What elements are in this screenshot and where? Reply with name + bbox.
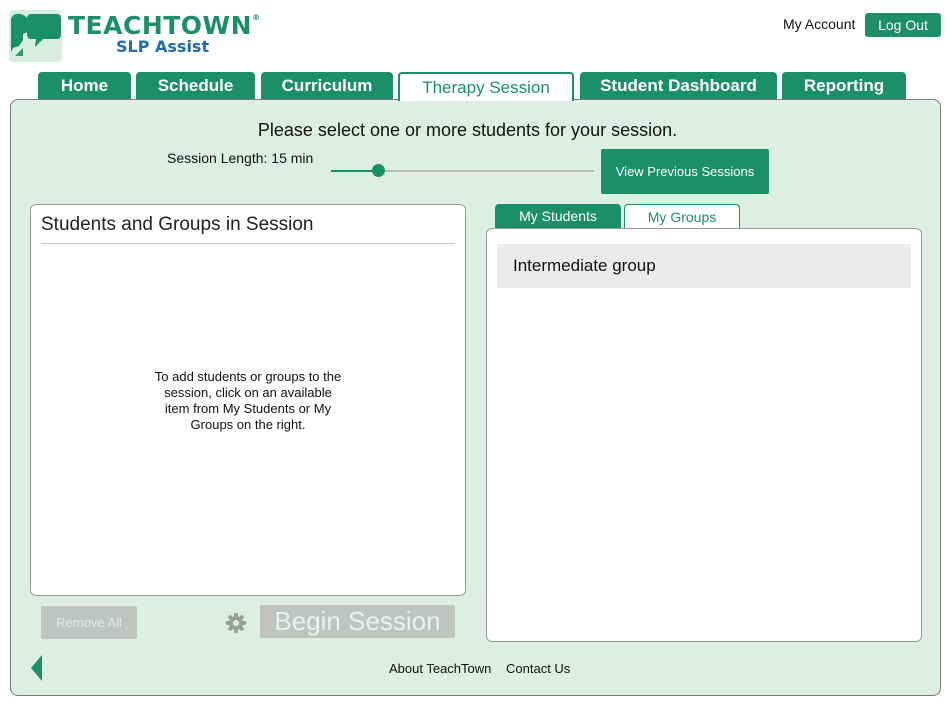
gear-icon[interactable] [225, 612, 247, 634]
empty-session-message: To add students or groups to the session… [154, 369, 342, 432]
session-panel-title: Students and Groups in Session [41, 214, 314, 235]
about-link[interactable]: About TeachTown [389, 661, 491, 676]
tab-student-dashboard[interactable]: Student Dashboard [580, 72, 777, 100]
tab-therapy-session[interactable]: Therapy Session [398, 72, 574, 101]
remove-all-button[interactable]: Remove All [41, 606, 137, 639]
back-arrow-icon[interactable] [31, 655, 42, 681]
logo-icon [9, 10, 62, 62]
slider-fill [331, 170, 379, 172]
logout-button[interactable]: Log Out [865, 13, 941, 37]
brand-subtitle: SLP Assist [116, 37, 210, 56]
instruction-text: Please select one or more students for y… [257, 120, 678, 140]
tab-curriculum[interactable]: Curriculum [261, 72, 393, 100]
brand-mark: ® [252, 13, 261, 22]
contact-link[interactable]: Contact Us [506, 661, 570, 676]
slider-thumb[interactable] [372, 164, 386, 177]
session-length-slider[interactable] [331, 164, 594, 177]
tab-reporting[interactable]: Reporting [782, 72, 906, 100]
tab-my-groups[interactable]: My Groups [624, 204, 740, 228]
tab-my-students[interactable]: My Students [495, 204, 621, 228]
brand-title: TEACHTOWN® [68, 11, 261, 40]
tab-schedule[interactable]: Schedule [136, 72, 255, 100]
divider [41, 243, 455, 244]
tab-home[interactable]: Home [38, 72, 131, 100]
therapy-session-panel: Please select one or more students for y… [10, 99, 941, 696]
begin-session-button[interactable]: Begin Session [260, 605, 455, 638]
session-length-label: Session Length: 15 min [167, 150, 314, 166]
view-previous-sessions-button[interactable]: View Previous Sessions [601, 149, 769, 194]
available-list-panel: Intermediate group [486, 228, 922, 642]
list-item[interactable]: Intermediate group [497, 244, 911, 288]
my-account-link[interactable]: My Account [783, 16, 855, 32]
session-students-panel: Students and Groups in Session To add st… [30, 204, 466, 596]
